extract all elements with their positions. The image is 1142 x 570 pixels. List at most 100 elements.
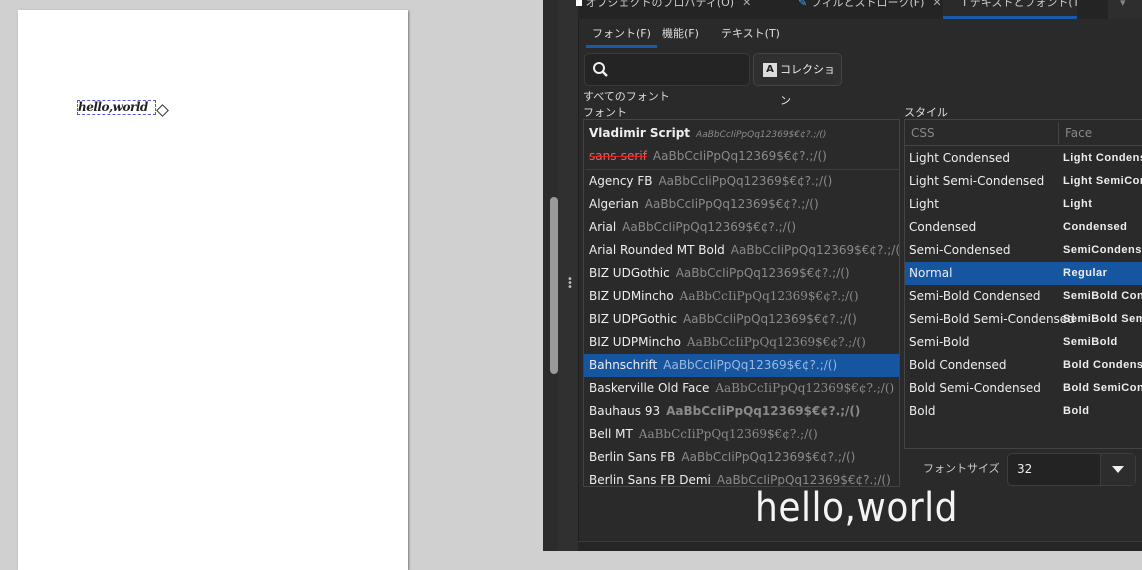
- font-name: Vladimir Script: [589, 126, 691, 140]
- tab-text[interactable]: テキスト(T): [715, 22, 786, 48]
- font-list-item[interactable]: Bahnschrift AaBbCcIiPpQq12369$€¢?.;/(): [584, 354, 899, 377]
- font-sample: AaBbCcIiPpQq12369$€¢?.;/(): [681, 450, 856, 464]
- font-list-item[interactable]: Bell MT AaBbCcIiPpQq12369$€¢?.;/(): [584, 423, 899, 446]
- font-sample: AaBbCcIiPpQq12369$€¢?.;/(): [682, 312, 857, 326]
- dock-menu-chevron-icon[interactable]: ▾: [1108, 0, 1142, 19]
- font-sample: AaBbCcIiPpQq12369$€¢?.;/(): [679, 289, 859, 303]
- style-css-name: Semi-Bold Semi-Condensed: [909, 312, 1075, 326]
- font-name: Agency FB: [589, 174, 653, 188]
- dock-tab-bar: オブジェクトのプロパティ(O) ✕ ✎ フィルとストローク(F) ✕ I テキストと…: [576, 0, 1142, 19]
- style-css-name: Light Semi-Condensed: [909, 174, 1045, 188]
- style-list-item[interactable]: Normal Regular: [905, 262, 1142, 285]
- font-name: BIZ UDMincho: [589, 289, 674, 303]
- style-list[interactable]: CSS Face Light CondensedLight CondensedL…: [904, 119, 1142, 449]
- font-sample: AaBbCcIiPpQq12369$€¢?.;/(): [658, 174, 833, 188]
- font-sample: AaBbCcIiPpQq12369$€¢?.;/(): [622, 220, 797, 234]
- fill-stroke-icon: ✎: [798, 0, 808, 9]
- font-list-item[interactable]: BIZ UDPGothic AaBbCcIiPpQq12369$€¢?.;/(): [584, 308, 899, 331]
- drag-handle-icon[interactable]: • • •: [567, 275, 573, 293]
- search-icon: [593, 62, 608, 77]
- font-name: Berlin Sans FB Demi: [589, 473, 711, 487]
- font-sample: AaBbCcIiPpQq12369$€¢?.;/(): [696, 130, 827, 140]
- style-list-item[interactable]: Semi-Bold SemiBold: [905, 331, 1142, 354]
- font-size-combobox[interactable]: 32: [1007, 453, 1136, 486]
- style-label: スタイル: [904, 106, 948, 119]
- font-list-item[interactable]: Arial AaBbCcIiPpQq12369$€¢?.;/(): [584, 216, 899, 239]
- close-icon[interactable]: ✕: [932, 0, 941, 9]
- font-list-item[interactable]: Berlin Sans FB AaBbCcIiPpQq12369$€¢?.;/(): [584, 446, 899, 469]
- font-list-item[interactable]: Algerian AaBbCcIiPpQq12369$€¢?.;/(): [584, 193, 899, 216]
- style-list-item[interactable]: Bold Bold: [905, 400, 1142, 423]
- style-css-name: Semi-Condensed: [909, 243, 1011, 257]
- close-icon[interactable]: ✕: [742, 0, 751, 9]
- style-list-item[interactable]: Semi-Bold Semi-CondensedSemiBold SemiCon…: [905, 308, 1142, 331]
- font-sample: AaBbCcIiPpQq12369$€¢?.;/(): [666, 404, 861, 418]
- font-list-item[interactable]: Arial Rounded MT Bold AaBbCcIiPpQq12369$€…: [584, 239, 899, 262]
- font-list-item[interactable]: Agency FB AaBbCcIiPpQq12369$€¢?.;/(): [584, 170, 899, 193]
- style-list-item[interactable]: Bold Condensed Bold Condensed: [905, 354, 1142, 377]
- tab-font[interactable]: フォント(F): [586, 22, 657, 48]
- collections-button[interactable]: A コレクション: [753, 53, 842, 107]
- style-list-item[interactable]: Light Light: [905, 193, 1142, 216]
- style-css-name: Semi-Bold Condensed: [909, 289, 1041, 303]
- tab-features[interactable]: 機能(F): [656, 22, 705, 48]
- font-name: Bahnschrift: [589, 358, 658, 372]
- font-name: Algerian: [589, 197, 639, 211]
- font-list-item[interactable]: BIZ UDPMincho AaBbCcIiPpQq12369$€¢?.;/(): [584, 331, 899, 354]
- font-sample: AaBbCcIiPpQq12369$€¢?.;/(): [730, 243, 899, 257]
- chevron-down-icon[interactable]: [1100, 454, 1135, 485]
- font-list-item[interactable]: Vladimir Script AaBbCcIiPpQq12369$€¢?.;/(…: [584, 122, 899, 145]
- font-sample: AaBbCcIiPpQq12369$€¢?.;/(): [715, 381, 895, 395]
- font-search-input[interactable]: [584, 53, 750, 86]
- font-list-item[interactable]: sans-serif AaBbCcIiPpQq12369$€¢?.;/(): [584, 145, 899, 168]
- style-list-item[interactable]: Bold Semi-Condensed Bold SemiCondensed: [905, 377, 1142, 400]
- font-name: Arial Rounded MT Bold: [589, 243, 725, 257]
- font-name: Bauhaus 93: [589, 404, 661, 418]
- style-css-name: Light: [909, 197, 939, 211]
- font-name: Baskerville Old Face: [589, 381, 710, 395]
- style-list-item[interactable]: Semi-Bold Condensed SemiBold Condensed: [905, 285, 1142, 308]
- column-header-css[interactable]: CSS: [911, 120, 935, 146]
- font-list-item[interactable]: Bauhaus 93 AaBbCcIiPpQq12369$€¢?.;/(): [584, 400, 899, 423]
- style-face-name: Regular: [1063, 267, 1108, 279]
- style-css-name: Light Condensed: [909, 151, 1010, 165]
- style-face-name: Light Condensed: [1063, 152, 1142, 164]
- style-face-name: Light: [1063, 198, 1093, 210]
- font-sample: AaBbCcIiPpQq12369$€¢?.;/(): [652, 149, 827, 163]
- object-properties-icon: [576, 0, 582, 6]
- style-list-item[interactable]: Light Condensed Light Condensed: [905, 147, 1142, 170]
- dock-tab-text-font[interactable]: I テキストとフォント(T)✕: [943, 0, 1077, 19]
- font-list-item[interactable]: Baskerville Old Face AaBbCcIiPpQq12369$€¢…: [584, 377, 899, 400]
- text-cursor-icon: I: [963, 0, 967, 9]
- style-face-name: SemiBold: [1063, 336, 1118, 348]
- canvas-text-object[interactable]: hello,world: [77, 100, 156, 115]
- style-list-item[interactable]: Light Semi-Condensed Light SemiCondensed: [905, 170, 1142, 193]
- scrollbar-thumb[interactable]: [550, 197, 558, 374]
- font-size-value[interactable]: 32: [1017, 462, 1032, 476]
- font-list-item[interactable]: BIZ UDGothic AaBbCcIiPpQq12369$€¢?.;/(): [584, 262, 899, 285]
- all-fonts-label: すべてのフォント: [583, 90, 670, 103]
- style-list-item[interactable]: Semi-Condensed SemiCondensed: [905, 239, 1142, 262]
- font-sample: AaBbCcIiPpQq12369$€¢?.;/(): [686, 335, 866, 349]
- font-size-label: フォントサイズ: [923, 462, 1000, 475]
- font-list-item[interactable]: BIZ UDMincho AaBbCcIiPpQq12369$€¢?.;/(): [584, 285, 899, 308]
- font-name: Berlin Sans FB: [589, 450, 676, 464]
- style-list-item[interactable]: Condensed Condensed: [905, 216, 1142, 239]
- style-face-name: Bold SemiCondensed: [1063, 382, 1142, 394]
- style-css-name: Semi-Bold: [909, 335, 970, 349]
- font-name: Bell MT: [589, 427, 633, 441]
- column-header-face[interactable]: Face: [1058, 122, 1092, 144]
- font-sample: AaBbCcIiPpQq12369$€¢?.;/(): [638, 427, 818, 441]
- style-list-header: CSS Face: [905, 120, 1142, 146]
- dock-tab-fill-stroke[interactable]: ✎ フィルとストローク(F) ✕: [778, 0, 948, 19]
- font-name: BIZ UDGothic: [589, 266, 670, 280]
- dock-tab-object-properties[interactable]: オブジェクトのプロパティ(O) ✕: [556, 0, 756, 19]
- font-collection-icon: A: [763, 63, 777, 77]
- style-face-name: Light SemiCondensed: [1063, 175, 1142, 187]
- style-css-name: Condensed: [909, 220, 977, 234]
- document-page: [18, 10, 408, 570]
- style-face-name: SemiBold SemiCondensed: [1063, 313, 1142, 325]
- style-face-name: SemiBold Condensed: [1063, 290, 1142, 302]
- font-list[interactable]: Vladimir Script AaBbCcIiPpQq12369$€¢?.;/(…: [583, 119, 900, 487]
- style-face-name: Condensed: [1063, 221, 1128, 233]
